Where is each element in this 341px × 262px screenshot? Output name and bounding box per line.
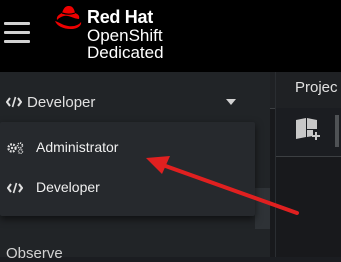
sidebar-item-observe[interactable]: Observe	[6, 245, 63, 262]
perspective-dropdown-menu: Administrator Developer	[0, 122, 255, 216]
perspective-switcher[interactable]: Developer	[0, 86, 255, 119]
menu-item-administrator[interactable]: Administrator	[0, 128, 255, 168]
perspective-label: Developer	[27, 94, 96, 111]
tab-projects[interactable]: Projec	[295, 79, 338, 96]
brand-logo[interactable]: Red Hat OpenShift Dedicated	[53, 4, 183, 64]
hamburger-menu-icon[interactable]	[4, 22, 30, 44]
redhat-logo-icon	[55, 6, 82, 29]
masthead: Red Hat OpenShift Dedicated	[0, 0, 341, 72]
caret-down-icon	[226, 99, 236, 105]
main-separator	[275, 72, 276, 257]
cogs-icon	[7, 142, 24, 154]
menu-item-label: Administrator	[36, 139, 119, 155]
brand-company-name: Red Hat	[87, 7, 153, 27]
sidebar-active-band	[255, 188, 270, 229]
menu-item-label: Developer	[36, 179, 100, 195]
catalog-add-icon[interactable]	[294, 115, 322, 143]
menu-item-developer[interactable]: Developer	[0, 168, 255, 208]
code-icon	[7, 182, 23, 194]
toolbar-divider	[335, 115, 339, 147]
code-icon	[6, 96, 22, 108]
brand-product-tier: Dedicated	[87, 43, 164, 62]
